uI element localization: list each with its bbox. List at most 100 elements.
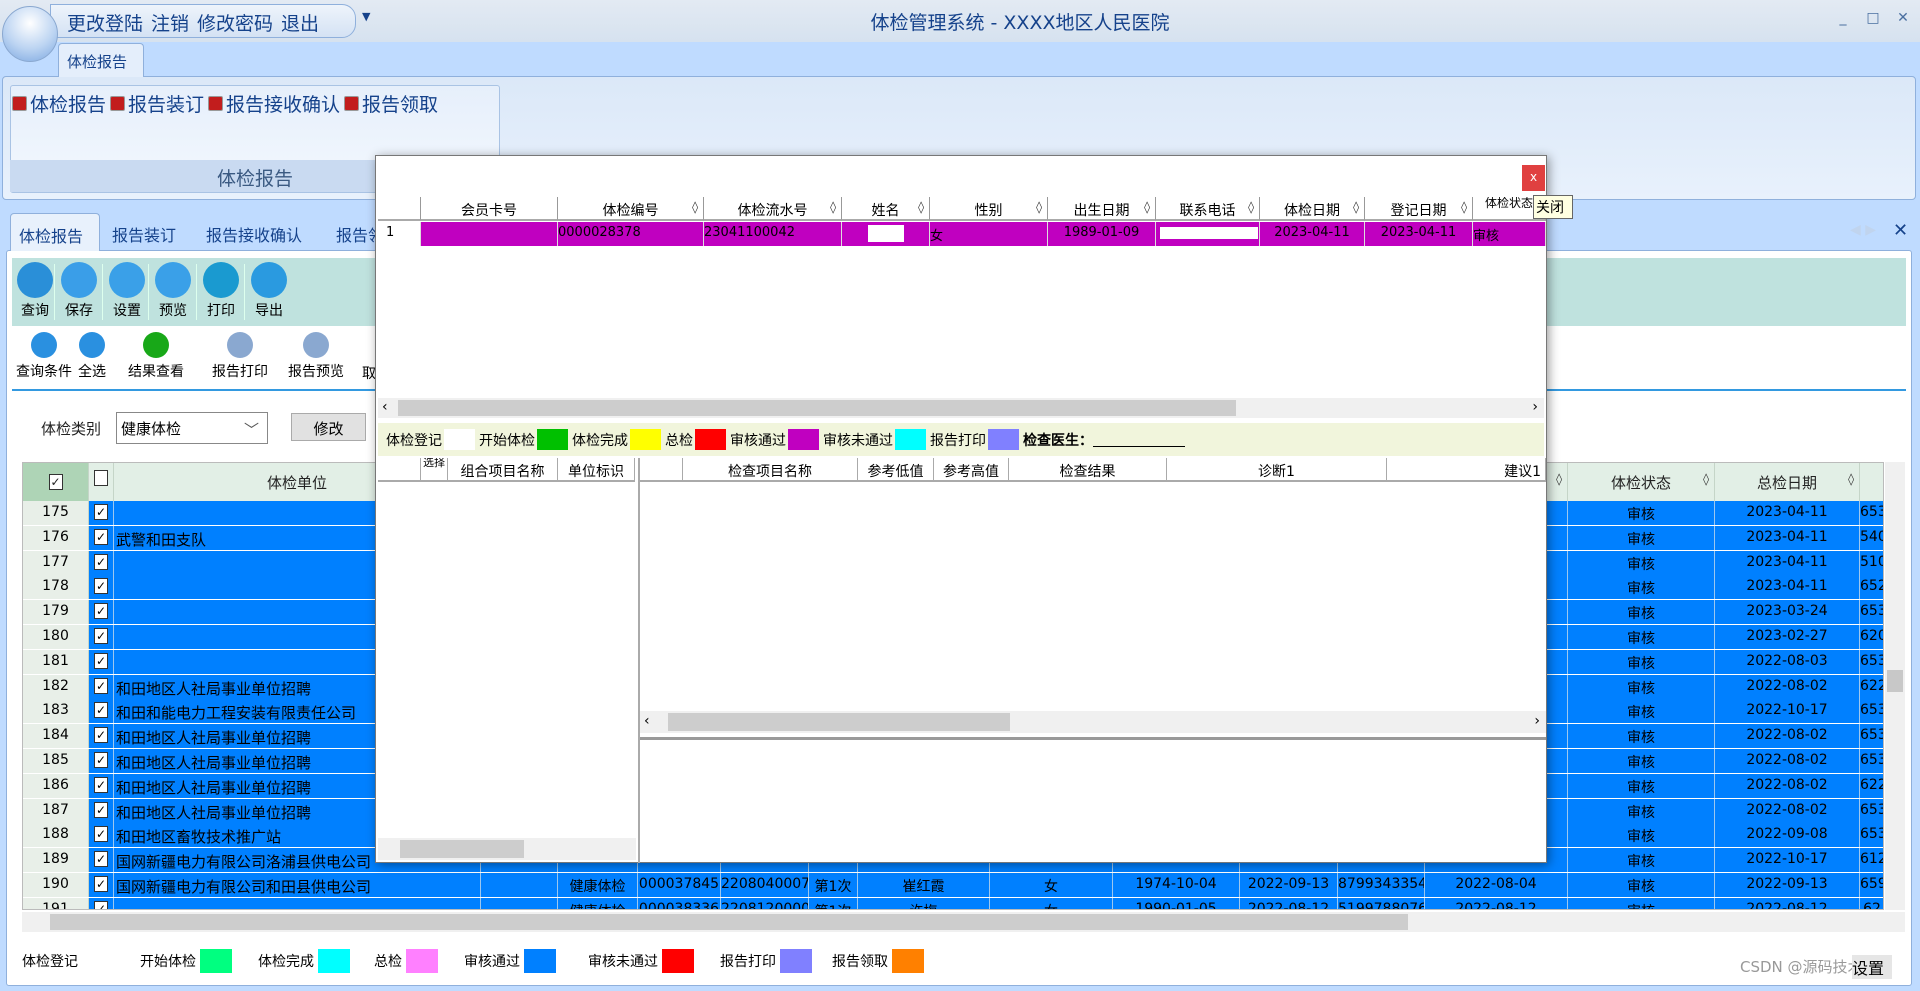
- dialog-column-header[interactable]: 会员卡号: [421, 197, 558, 221]
- item-column-header[interactable]: 参考低值: [858, 458, 934, 482]
- row-checkbox[interactable]: ✓: [94, 652, 108, 669]
- ribbon-tab-report[interactable]: 体检报告: [58, 43, 144, 77]
- row-checkbox[interactable]: ✓: [94, 702, 108, 719]
- row-checkbox[interactable]: ✓: [94, 727, 108, 744]
- sort-icon[interactable]: ◊: [1703, 472, 1709, 486]
- row-checkbox[interactable]: ✓: [94, 603, 108, 620]
- tab-binding[interactable]: 报告装订: [112, 213, 176, 251]
- cell-cb[interactable]: ✓: [89, 873, 114, 897]
- cell-cb[interactable]: ✓: [89, 625, 114, 649]
- dialog-cell[interactable]: 1: [378, 222, 421, 246]
- item-column-header[interactable]: 参考高值: [934, 458, 1009, 482]
- toolbar-export-button[interactable]: 导出: [248, 262, 290, 320]
- scrollbar-thumb[interactable]: [1887, 670, 1903, 692]
- row-checkbox[interactable]: ✓: [94, 752, 108, 768]
- sort-icon[interactable]: ◊: [918, 200, 924, 214]
- splitter[interactable]: [640, 737, 1546, 740]
- toolbar2-button[interactable]: 报告预览: [288, 332, 344, 381]
- toolbar-eye-button[interactable]: 预览: [152, 262, 194, 320]
- dialog-cell[interactable]: 女: [930, 222, 1048, 246]
- dialog-cell[interactable]: [421, 222, 558, 246]
- toolbar2-button[interactable]: 取: [362, 332, 376, 383]
- sort-icon[interactable]: ◊: [1461, 200, 1467, 214]
- dialog-cell[interactable]: [842, 222, 930, 246]
- maximize-button[interactable]: □: [1861, 10, 1885, 26]
- toolbar2-button[interactable]: 报告打印: [212, 332, 268, 381]
- dialog-column-header[interactable]: 联系电话 ◊: [1156, 197, 1260, 221]
- settings-button[interactable]: 设置: [1852, 955, 1892, 979]
- exam-type-select[interactable]: 健康体检 ﹀: [116, 412, 268, 444]
- dialog-cell[interactable]: 0000028378: [558, 222, 704, 246]
- horizontal-scrollbar[interactable]: ‹ ›: [640, 711, 1546, 733]
- tab-receive-confirm[interactable]: 报告接收确认: [206, 213, 302, 251]
- scrollbar-thumb[interactable]: [398, 400, 1236, 416]
- dialog-column-header[interactable]: 体检编号 ◊: [558, 197, 704, 221]
- cell-cb[interactable]: ✓: [89, 848, 114, 873]
- dialog-column-header[interactable]: 出生日期 ◊: [1048, 197, 1156, 221]
- column-header-rn[interactable]: ✓: [23, 463, 89, 501]
- row-checkbox[interactable]: ✓: [94, 826, 108, 843]
- dialog-close-button[interactable]: x: [1522, 165, 1545, 191]
- dialog-cell[interactable]: [1156, 222, 1260, 246]
- horizontal-scrollbar[interactable]: [378, 838, 636, 860]
- cell-cb[interactable]: ✓: [89, 724, 114, 749]
- dialog-column-header[interactable]: 性别 ◊: [930, 197, 1048, 221]
- cell-cb[interactable]: ✓: [89, 649, 114, 674]
- toolbar-search-button[interactable]: 查询: [14, 262, 56, 320]
- scroll-right-icon[interactable]: ›: [1532, 399, 1538, 415]
- row-checkbox[interactable]: ✓: [94, 628, 108, 644]
- horizontal-scrollbar[interactable]: ‹ ›: [378, 398, 1544, 418]
- sort-icon[interactable]: ◊: [1556, 472, 1562, 486]
- cell-cb[interactable]: ✓: [89, 749, 114, 773]
- toolbar2-button[interactable]: 查询条件: [16, 332, 72, 381]
- row-checkbox[interactable]: ✓: [94, 677, 108, 694]
- dialog-column-header[interactable]: [378, 197, 421, 221]
- toolbar2-button[interactable]: 全选: [78, 332, 106, 381]
- sort-icon[interactable]: ◊: [1353, 200, 1359, 214]
- cell-cb[interactable]: ✓: [89, 798, 114, 823]
- item-column-header[interactable]: 建议1: [1387, 458, 1546, 482]
- header-checkbox[interactable]: [94, 470, 108, 486]
- scroll-right-icon[interactable]: ›: [1534, 713, 1540, 729]
- scrollbar-thumb[interactable]: [400, 840, 524, 858]
- column-header-date[interactable]: 总检日期 ◊: [1715, 463, 1860, 501]
- row-checkbox[interactable]: ✓: [94, 504, 108, 520]
- ribbon-item-binding[interactable]: 报告装订: [110, 90, 204, 117]
- ribbon-item-receive-confirm[interactable]: 报告接收确认: [208, 90, 340, 117]
- close-window-button[interactable]: ✕: [1891, 10, 1915, 26]
- scroll-left-icon[interactable]: ‹: [382, 399, 388, 415]
- dialog-cell[interactable]: 23041100042: [704, 222, 842, 246]
- row-checkbox[interactable]: ✓: [94, 553, 108, 570]
- dialog-cell[interactable]: 1989-01-09: [1048, 222, 1156, 246]
- sort-icon[interactable]: ◊: [1248, 200, 1254, 214]
- cell-cb[interactable]: ✓: [89, 525, 114, 550]
- row-checkbox[interactable]: ✓: [94, 876, 108, 892]
- tab-scroll-arrows[interactable]: ◀ ▶: [1850, 222, 1876, 238]
- toolbar-printer-button[interactable]: 打印: [200, 262, 242, 320]
- ribbon-item-collect[interactable]: 报告领取: [344, 90, 438, 117]
- sort-icon[interactable]: ◊: [692, 200, 698, 214]
- cell-cb[interactable]: ✓: [89, 575, 114, 600]
- dialog-column-header[interactable]: 登记日期 ◊: [1365, 197, 1473, 221]
- minimize-button[interactable]: _: [1831, 10, 1855, 26]
- cell-cb[interactable]: ✓: [89, 501, 114, 525]
- row-checkbox[interactable]: ✓: [94, 851, 108, 868]
- dialog-column-header[interactable]: 体检流水号 ◊: [704, 197, 842, 221]
- dialog-column-header[interactable]: 姓名 ◊: [842, 197, 930, 221]
- dialog-cell[interactable]: 审核: [1473, 222, 1546, 246]
- ribbon-item-report[interactable]: 体检报告: [12, 90, 106, 117]
- toolbar2-button[interactable]: 结果查看: [128, 332, 184, 381]
- sort-icon[interactable]: ◊: [1036, 200, 1042, 214]
- cell-cb[interactable]: ✓: [89, 773, 114, 798]
- select-all-checkbox[interactable]: ✓: [48, 474, 63, 490]
- close-tab-icon[interactable]: ✕: [1893, 220, 1908, 241]
- app-menu-orb[interactable]: [2, 6, 58, 62]
- item-column-header[interactable]: 检查项目名称: [683, 458, 858, 482]
- item-column-header[interactable]: 检查结果: [1009, 458, 1167, 482]
- cell-cb[interactable]: ✓: [89, 699, 114, 724]
- row-checkbox[interactable]: ✓: [94, 578, 108, 595]
- combo-column-header[interactable]: [378, 458, 421, 482]
- row-checkbox[interactable]: ✓: [94, 900, 108, 909]
- combo-column-header[interactable]: 组合项目名称: [448, 458, 558, 482]
- column-header-cb[interactable]: [89, 463, 114, 501]
